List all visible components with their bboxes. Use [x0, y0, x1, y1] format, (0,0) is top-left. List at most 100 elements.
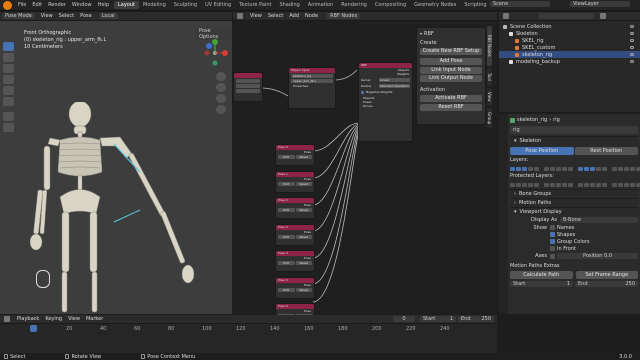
camera-icon[interactable]	[216, 94, 226, 103]
layer-toggle[interactable]	[534, 182, 539, 187]
add-pose-button[interactable]: Add Pose	[420, 58, 482, 65]
layer-toggle[interactable]	[578, 166, 583, 171]
display-as-select[interactable]: B-Bone	[560, 217, 638, 223]
layer-toggle[interactable]	[584, 182, 589, 187]
layer-toggle[interactable]	[636, 182, 640, 187]
layer-toggle[interactable]	[618, 182, 623, 187]
outliner-type-icon[interactable]	[503, 13, 509, 19]
layer-toggle[interactable]	[596, 166, 601, 171]
layer-toggle[interactable]	[630, 182, 635, 187]
outliner-item[interactable]: SKEL_custom	[499, 44, 640, 51]
timeline-ruler[interactable]: 020406080100120140160180200220240	[0, 324, 497, 334]
node-field-object[interactable]: skeleton_rig	[291, 74, 333, 78]
end-frame-field[interactable]: End 250	[575, 281, 638, 287]
show-checkbox[interactable]	[550, 225, 555, 230]
pose-node[interactable]: Pose 3 Pose Edit Reset	[275, 223, 315, 246]
layer-toggle[interactable]	[522, 166, 527, 171]
tab-compositing[interactable]: Compositing	[371, 1, 410, 9]
layer-toggle[interactable]	[556, 182, 561, 187]
activate-rbf-button[interactable]: Activate RBF	[420, 95, 482, 102]
layer-toggle[interactable]	[568, 182, 573, 187]
zoom-icon[interactable]	[216, 72, 226, 81]
measure-icon[interactable]	[3, 123, 14, 132]
tab-scripting[interactable]: Scripting	[460, 1, 490, 9]
layer-toggle[interactable]	[544, 166, 549, 171]
node-field[interactable]	[236, 89, 260, 93]
rest-position-button[interactable]: Rest Position	[574, 147, 638, 155]
timeline-type-icon[interactable]	[4, 316, 10, 322]
scene-selector[interactable]: Scene	[490, 1, 550, 7]
move-icon[interactable]	[3, 64, 14, 73]
pose-edit-button[interactable]: Edit	[278, 287, 295, 292]
pose-node[interactable]: Pose 0 Pose Edit Reset	[275, 144, 315, 166]
layer-toggle[interactable]	[590, 166, 595, 171]
layer-toggle[interactable]	[534, 166, 539, 171]
layer-toggle[interactable]	[550, 182, 555, 187]
show-option-row[interactable]: Group Colors	[510, 238, 638, 245]
rbf-node[interactable]: RBF Objects Weights Kernel Linear Radius…	[358, 62, 413, 142]
node-field-bone[interactable]: upper_arm_fk.L	[291, 79, 333, 83]
protected-layers-grid[interactable]	[510, 180, 640, 189]
visibility-eye-icon[interactable]	[630, 60, 634, 63]
timeline[interactable]: Playback Keying View Marker 0 Start 1 End…	[0, 315, 497, 353]
layer-toggle[interactable]	[522, 182, 527, 187]
visibility-eye-icon[interactable]	[630, 25, 634, 28]
pose-reset-button[interactable]: Reset	[295, 208, 312, 212]
viewport-display-section[interactable]: ▾ Viewport Display	[510, 207, 638, 216]
link-input-node-button[interactable]: Link Input Node	[420, 67, 482, 74]
viewport-3d[interactable]: Pose Mode View Select Pose Local Pose Op…	[0, 12, 232, 314]
select-box-icon[interactable]	[3, 42, 14, 51]
tab-rendering[interactable]: Rendering	[337, 1, 371, 9]
layer-toggle[interactable]	[516, 166, 521, 171]
tab-shading[interactable]: Shading	[275, 1, 303, 9]
node-field[interactable]	[236, 79, 260, 83]
object-input-node[interactable]: Object Input skeleton_rig upper_arm_fk.L…	[288, 67, 336, 109]
layer-toggle[interactable]	[618, 166, 623, 171]
tab-uv-editing[interactable]: UV Editing	[201, 1, 235, 9]
menu-edit[interactable]: Edit	[29, 2, 45, 8]
radius-select[interactable]: Standard Deviation	[379, 84, 410, 88]
motion-paths-section[interactable]: › Motion Paths	[510, 198, 638, 207]
pose-edit-button[interactable]: Edit	[278, 181, 295, 186]
outliner-item[interactable]: Scene Collection	[499, 23, 640, 30]
current-frame-field[interactable]: 0	[393, 316, 415, 322]
skeleton-section[interactable]: ▾ Skeleton	[510, 136, 638, 145]
pose-reset-button[interactable]: Reset	[295, 181, 312, 186]
tab-modeling[interactable]: Modeling	[139, 1, 170, 9]
layer-toggle[interactable]	[624, 166, 629, 171]
layer-toggle[interactable]	[568, 166, 573, 171]
timeline-menu-playback[interactable]: Playback	[14, 316, 42, 322]
outliner[interactable]: Scene Collection Skeleton SKEL_rig SKEL_cus…	[499, 12, 640, 112]
visibility-eye-icon[interactable]	[630, 39, 634, 42]
pose-node[interactable]: Pose 1 Pose Edit Reset	[275, 170, 315, 193]
outliner-item[interactable]: SKEL_rig	[499, 37, 640, 44]
layer-toggle[interactable]	[528, 166, 533, 171]
layer-toggle[interactable]	[510, 182, 515, 187]
skeleton-model[interactable]	[30, 102, 210, 317]
pose-edit-button[interactable]: Edit	[278, 208, 295, 212]
scalar-input-node[interactable]	[233, 72, 263, 102]
bone-groups-section[interactable]: › Bone Groups	[510, 189, 638, 198]
outliner-item[interactable]: Skeleton	[499, 30, 640, 37]
transform-icon[interactable]	[3, 97, 14, 106]
pose-position-button[interactable]: Pose Position	[510, 147, 574, 155]
pose-edit-button[interactable]: Edit	[278, 234, 295, 239]
layer-toggle[interactable]	[596, 182, 601, 187]
layers-grid[interactable]	[510, 164, 640, 173]
layer-toggle[interactable]	[562, 166, 567, 171]
node-field[interactable]	[236, 84, 260, 88]
layer-toggle[interactable]	[624, 182, 629, 187]
menu-help[interactable]: Help	[95, 2, 112, 8]
pan-hand-icon[interactable]	[216, 83, 226, 92]
create-rbf-button[interactable]: Create New RBF Setup	[420, 48, 482, 55]
reset-rbf-button[interactable]: Reset RBF	[420, 104, 482, 111]
tab-layout[interactable]: Layout	[114, 1, 139, 9]
pose-edit-button[interactable]: Edit	[278, 155, 295, 159]
menu-file[interactable]: File	[15, 2, 29, 8]
pose-node[interactable]: Pose 5 Pose Edit Reset	[275, 276, 315, 299]
visibility-eye-icon[interactable]	[630, 32, 634, 35]
layer-toggle[interactable]	[528, 182, 533, 187]
rbf-panel-header[interactable]: ▾ RBF	[420, 30, 482, 37]
timeline-end-field[interactable]: End 250	[458, 316, 494, 322]
pose-reset-button[interactable]: Reset	[295, 155, 312, 159]
